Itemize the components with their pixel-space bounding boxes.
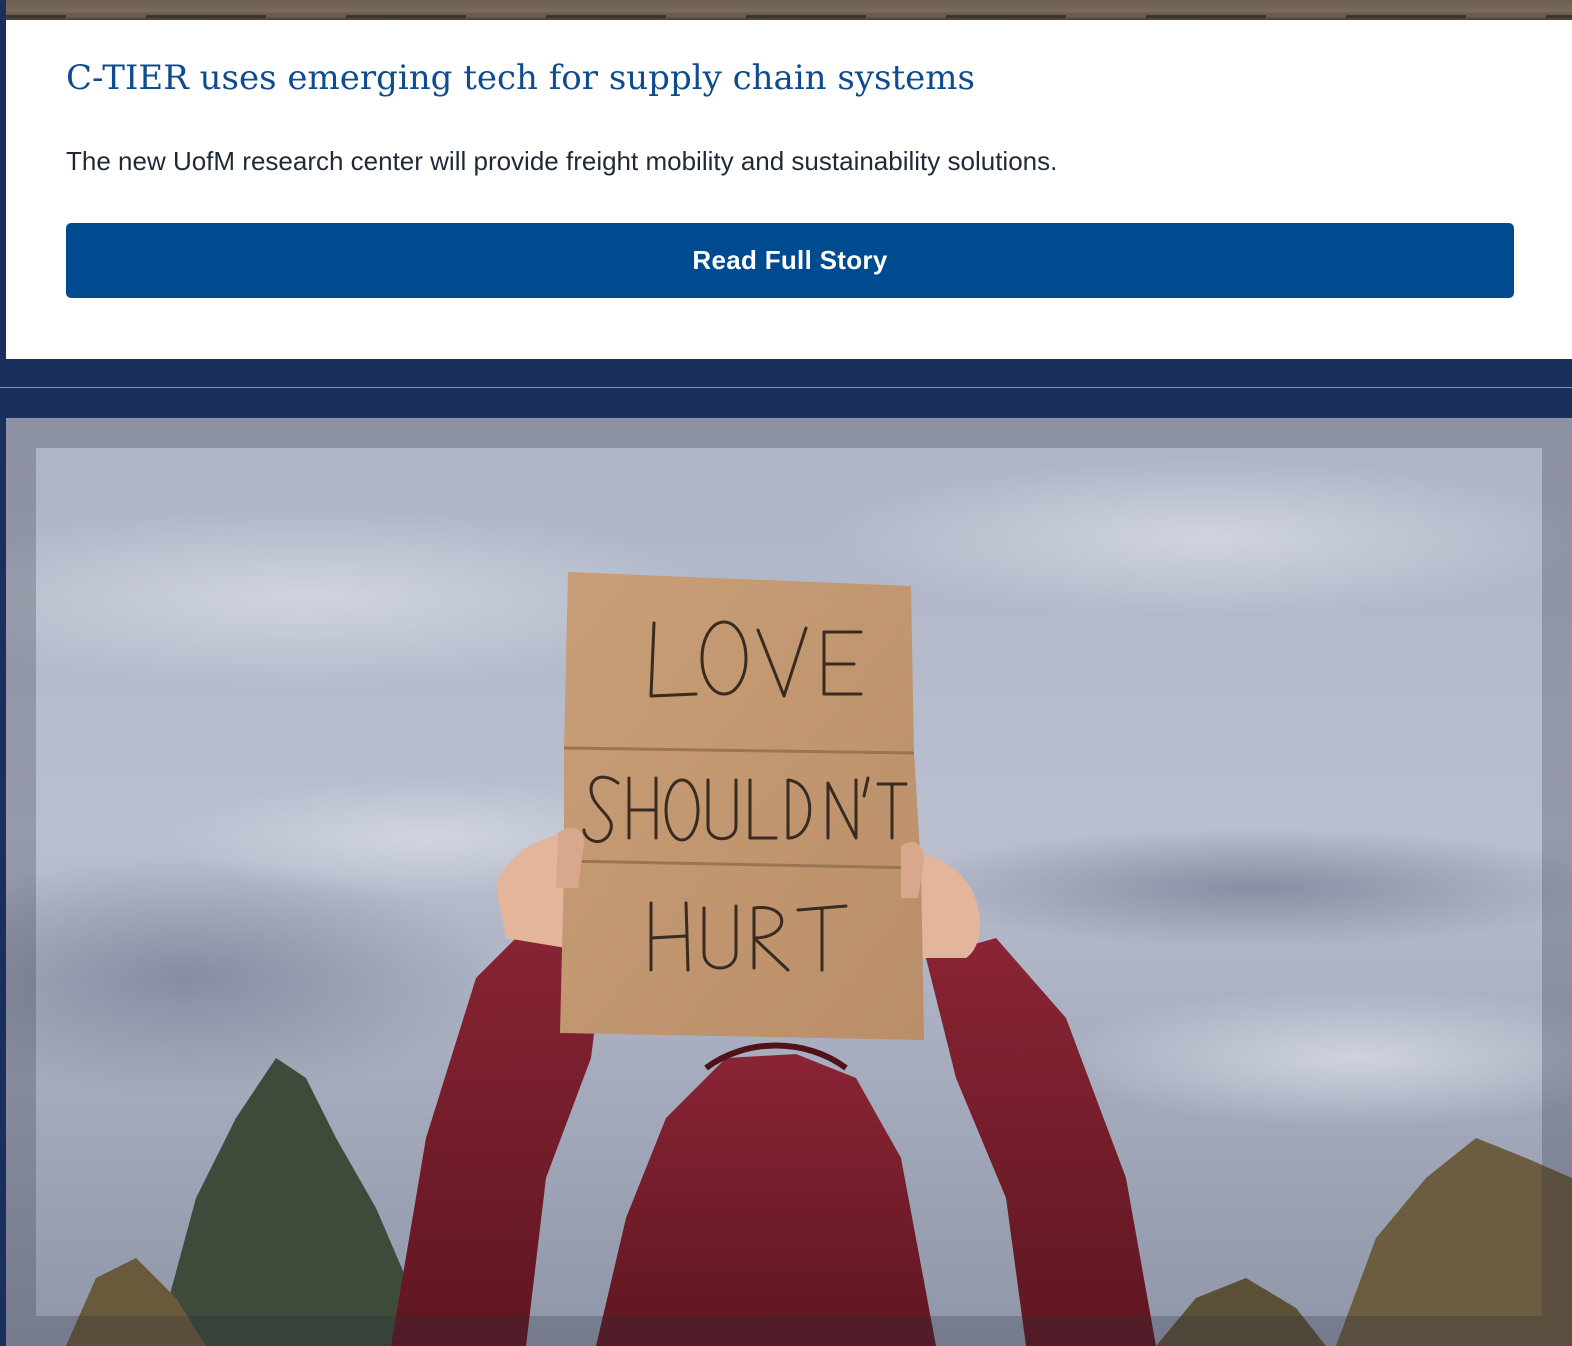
protest-sign-photo xyxy=(6,418,1572,1346)
section-divider xyxy=(0,387,1572,388)
story-card: C-TIER uses emerging tech for supply cha… xyxy=(6,20,1572,359)
story-summary: The new UofM research center will provid… xyxy=(66,146,1058,176)
read-full-story-button[interactable]: Read Full Story xyxy=(66,223,1514,298)
previous-story-image xyxy=(6,0,1572,20)
page: C-TIER uses emerging tech for supply cha… xyxy=(0,0,1572,1346)
story-title[interactable]: C-TIER uses emerging tech for supply cha… xyxy=(66,56,975,100)
story-hero-image[interactable] xyxy=(6,418,1572,1346)
